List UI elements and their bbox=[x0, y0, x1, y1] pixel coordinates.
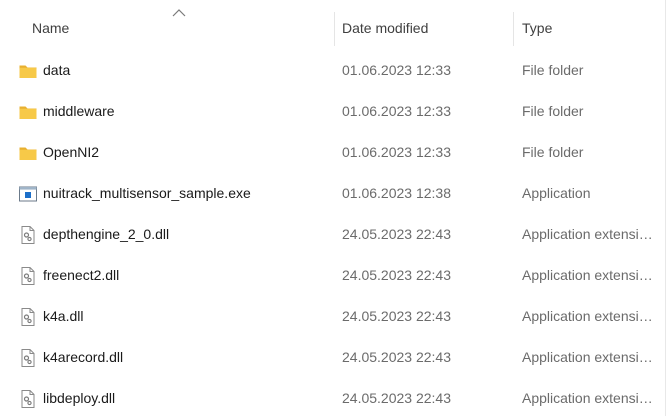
file-date-modified: 24.05.2023 22:43 bbox=[342, 390, 451, 406]
file-row[interactable]: data 01.06.2023 12:33 File folder bbox=[0, 50, 666, 91]
folder-icon bbox=[18, 102, 38, 122]
file-type: Application extension bbox=[522, 267, 654, 283]
file-row[interactable]: middleware 01.06.2023 12:33 File folder bbox=[0, 91, 666, 132]
file-name: libdeploy.dll bbox=[43, 390, 116, 406]
file-type: File folder bbox=[522, 144, 584, 160]
file-row[interactable]: k4a.dll 24.05.2023 22:43 Application exten… bbox=[0, 296, 666, 337]
dll-file-icon bbox=[18, 348, 38, 368]
dll-file-icon bbox=[18, 307, 38, 327]
file-date-modified: 01.06.2023 12:33 bbox=[342, 103, 451, 119]
dll-file-icon bbox=[18, 389, 38, 409]
application-exe-icon bbox=[18, 184, 38, 204]
file-row[interactable]: libdeploy.dll 24.05.2023 22:43 Application… bbox=[0, 378, 666, 416]
column-header-type-label: Type bbox=[522, 20, 553, 36]
file-date-modified: 24.05.2023 22:43 bbox=[342, 226, 451, 242]
file-name: freenect2.dll bbox=[43, 267, 120, 283]
file-name: OpenNI2 bbox=[43, 144, 100, 160]
file-row[interactable]: freenect2.dll 24.05.2023 22:43 Application… bbox=[0, 255, 666, 296]
file-type: Application bbox=[522, 185, 591, 201]
file-name: data bbox=[43, 62, 71, 78]
file-type: Application extension bbox=[522, 308, 654, 324]
file-row[interactable]: depthengine_2_0.dll 24.05.2023 22:43 Appli… bbox=[0, 214, 666, 255]
file-row[interactable]: OpenNI2 01.06.2023 12:33 File folder bbox=[0, 132, 666, 173]
file-explorer-details-view: Name Date modified Type data 01.06.2023 1… bbox=[0, 0, 666, 416]
folder-icon bbox=[18, 143, 38, 163]
file-row[interactable]: k4arecord.dll 24.05.2023 22:43 Application… bbox=[0, 337, 666, 378]
file-type: File folder bbox=[522, 62, 584, 78]
file-name: middleware bbox=[43, 103, 115, 119]
file-list: data 01.06.2023 12:33 File folder middlewar… bbox=[0, 50, 666, 416]
file-name: nuitrack_multisensor_sample.exe bbox=[43, 185, 251, 201]
sort-ascending-chevron-icon bbox=[172, 9, 186, 17]
file-date-modified: 24.05.2023 22:43 bbox=[342, 267, 451, 283]
file-type: File folder bbox=[522, 103, 584, 119]
column-header-name-label: Name bbox=[32, 20, 70, 36]
dll-file-icon bbox=[18, 225, 38, 245]
file-date-modified: 24.05.2023 22:43 bbox=[342, 308, 451, 324]
dll-file-icon bbox=[18, 266, 38, 286]
file-name: k4arecord.dll bbox=[43, 349, 124, 365]
file-date-modified: 01.06.2023 12:33 bbox=[342, 144, 451, 160]
folder-icon bbox=[18, 61, 38, 81]
file-date-modified: 01.06.2023 12:33 bbox=[342, 62, 451, 78]
file-name: depthengine_2_0.dll bbox=[43, 226, 170, 242]
file-row[interactable]: nuitrack_multisensor_sample.exe 01.06.202… bbox=[0, 173, 666, 214]
file-name: k4a.dll bbox=[43, 308, 84, 324]
file-date-modified: 01.06.2023 12:38 bbox=[342, 185, 451, 201]
column-header-date-label: Date modified bbox=[342, 20, 429, 36]
file-type: Application extension bbox=[522, 226, 654, 242]
file-type: Application extension bbox=[522, 349, 654, 365]
file-type: Application extension bbox=[522, 390, 654, 406]
file-date-modified: 24.05.2023 22:43 bbox=[342, 349, 451, 365]
